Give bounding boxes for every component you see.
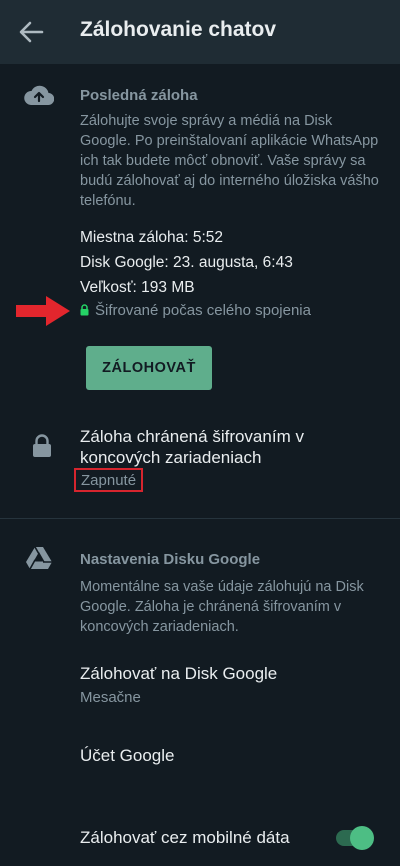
lock-icon xyxy=(80,304,89,316)
app-bar: Zálohovanie chatov xyxy=(0,0,400,64)
divider xyxy=(0,518,400,519)
encryption-note-text: Šifrované počas celého spojenia xyxy=(95,301,311,319)
toggle-thumb xyxy=(350,826,374,850)
google-drive-icon xyxy=(26,547,52,569)
page-title: Zálohovanie chatov xyxy=(80,18,277,41)
backup-button[interactable]: ZÁLOHOVAŤ xyxy=(86,346,212,390)
google-account-setting[interactable]: Účet Google xyxy=(0,730,400,780)
mobile-data-toggle[interactable] xyxy=(336,826,374,850)
mobile-data-label: Zálohovať cez mobilné dáta xyxy=(80,828,290,847)
backup-size-info: Veľkosť: 193 MB xyxy=(80,279,195,296)
encryption-note: Šifrované počas celého spojenia xyxy=(80,300,311,320)
google-drive-backup-info: Disk Google: 23. augusta, 6:43 xyxy=(80,254,293,271)
e2e-backup-status: Zapnuté xyxy=(74,468,144,492)
back-button[interactable] xyxy=(16,18,46,46)
last-backup-header: Posledná záloha xyxy=(80,87,198,104)
e2e-backup-title: Záloha chránená šifrovaním v koncových z… xyxy=(80,427,304,467)
google-account-label: Účet Google xyxy=(80,746,175,765)
back-arrow-icon xyxy=(19,21,44,43)
lock-icon xyxy=(33,434,51,457)
backup-to-drive-value: Mesačne xyxy=(80,689,141,706)
last-backup-description: Zálohujte svoje správy a médiá na Disk G… xyxy=(80,113,379,209)
cloud-upload-icon xyxy=(24,85,54,106)
local-backup-info: Miestna záloha: 5:52 xyxy=(80,229,224,246)
drive-settings-header: Nastavenia Disku Google xyxy=(80,551,261,568)
backup-to-drive-setting[interactable]: Zálohovať na Disk Google Mesačne xyxy=(0,652,400,714)
backup-to-drive-label: Zálohovať na Disk Google xyxy=(80,664,278,683)
drive-settings-description: Momentálne sa vaše údaje zálohujú na Dis… xyxy=(80,579,364,635)
annotation-arrow-icon xyxy=(16,296,70,326)
